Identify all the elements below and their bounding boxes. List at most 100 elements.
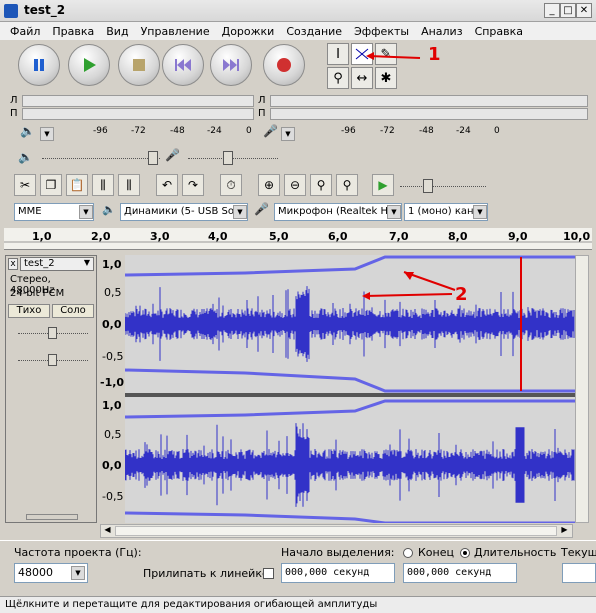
maximize-button[interactable]: □ [560, 3, 576, 18]
zoom-tool-button[interactable]: ⚲ [327, 67, 349, 89]
play-scale-96: -96 [93, 126, 108, 136]
record-button[interactable] [263, 44, 305, 86]
paste-button[interactable]: 📋 [66, 174, 88, 196]
rec-scale-48: -48 [419, 126, 434, 136]
play-speed-slider[interactable] [400, 186, 486, 188]
track-close-button[interactable]: x [8, 258, 18, 270]
scroll-left-icon[interactable]: ◀ [101, 525, 114, 537]
selection-end-field[interactable]: 000,000 секунд [403, 563, 517, 583]
play-button[interactable] [68, 44, 110, 86]
gain-thumb[interactable] [48, 327, 57, 339]
output-device-select[interactable]: Динамики (5- USB Sour [120, 203, 248, 221]
audio-position-field[interactable] [562, 563, 596, 583]
track-menu-arrow-icon: ▼ [83, 258, 90, 267]
track-name-menu[interactable]: test_2 ▼ [20, 257, 94, 271]
menu-edit[interactable]: Правка [46, 25, 100, 38]
double-arrow-icon: ↔ [356, 70, 368, 86]
y-tick-top-05: 0,5 [104, 286, 122, 299]
copy-button[interactable]: ❐ [40, 174, 62, 196]
play-at-speed-button[interactable]: ▶ [372, 174, 394, 196]
fit-selection-button[interactable]: ⚲ [310, 174, 332, 196]
play-speed-thumb[interactable] [423, 179, 433, 193]
cut-button[interactable]: ✂ [14, 174, 36, 196]
play-meter-menu[interactable]: ▼ [40, 127, 54, 141]
rec-meter-left-label: Л [258, 95, 266, 106]
y-tick-bot-1: 1,0 [102, 399, 122, 412]
output-device-icon: 🔈 [102, 203, 116, 216]
undo-button[interactable]: ↶ [156, 174, 178, 196]
ruler-label-10: 10,0 [563, 230, 591, 243]
play-meter-right-label: П [10, 108, 18, 119]
ruler-label-2: 2,0 [91, 230, 111, 243]
zoom-in-button[interactable]: ⊕ [258, 174, 280, 196]
ruler-label-3: 3,0 [150, 230, 170, 243]
input-volume-thumb[interactable] [223, 151, 233, 165]
waveform-canvas[interactable] [125, 255, 575, 523]
window-title: test_2 [24, 3, 66, 17]
scroll-thumb[interactable] [115, 526, 557, 536]
menu-tracks[interactable]: Дорожки [216, 25, 281, 38]
mute-button[interactable]: Тихо [8, 304, 50, 318]
end-radio[interactable] [403, 548, 413, 558]
output-volume-slider[interactable] [42, 158, 160, 160]
ibeam-icon: I [336, 46, 340, 62]
rec-scale-24: -24 [456, 126, 471, 136]
multi-tool-button[interactable]: ✱ [375, 67, 397, 89]
redo-button[interactable]: ↷ [182, 174, 204, 196]
close-button[interactable]: ✕ [576, 3, 592, 18]
input-device-select[interactable]: Микрофон (Realtek Hig [274, 203, 402, 221]
selection-start-label: Начало выделения: [281, 546, 395, 559]
rec-scale-72: -72 [380, 126, 395, 136]
zoom-out-icon: ⊖ [289, 178, 301, 192]
scroll-right-icon[interactable]: ▶ [558, 525, 571, 537]
rec-meter-menu[interactable]: ▼ [281, 127, 295, 141]
menu-transport[interactable]: Управление [135, 25, 216, 38]
play-scale-0: 0 [246, 126, 252, 136]
menu-effects[interactable]: Эффекты [348, 25, 415, 38]
audio-position-label: Текущ [561, 546, 596, 559]
fit-project-button[interactable]: ⚲ [336, 174, 358, 196]
solo-button[interactable]: Соло [52, 304, 94, 318]
skip-start-button[interactable] [162, 44, 204, 86]
pan-thumb[interactable] [48, 354, 57, 366]
pause-icon [34, 59, 44, 71]
menu-help[interactable]: Справка [469, 25, 529, 38]
menu-bar: Файл Правка Вид Управление Дорожки Созда… [0, 22, 596, 40]
pause-button[interactable] [18, 44, 60, 86]
input-device-dropdown-arrow[interactable]: ▼ [387, 205, 401, 219]
skip-end-button[interactable] [210, 44, 252, 86]
menu-generate[interactable]: Создание [280, 25, 348, 38]
end-radio-label: Конец [418, 546, 454, 559]
selection-tool-button[interactable]: I [327, 43, 349, 65]
y-tick-top-m05: -0,5 [102, 350, 124, 363]
zoom-out-button[interactable]: ⊖ [284, 174, 306, 196]
minimize-button[interactable]: _ [544, 3, 560, 18]
sync-lock-button[interactable]: ⏱ [220, 174, 242, 196]
length-radio[interactable] [460, 548, 470, 558]
y-tick-bot-0: 0,0 [102, 459, 122, 472]
silence-button[interactable]: ⫼ [118, 174, 140, 196]
play-scale-24: -24 [207, 126, 222, 136]
annotation-label-1: 1 [428, 44, 441, 65]
scissors-icon: ✂ [19, 178, 31, 192]
project-rate-dropdown-arrow[interactable]: ▼ [71, 566, 85, 580]
output-device-dropdown-arrow[interactable]: ▼ [233, 205, 247, 219]
menu-analyze[interactable]: Анализ [415, 25, 469, 38]
trim-button[interactable]: ⫼ [92, 174, 114, 196]
host-dropdown-arrow[interactable]: ▼ [79, 205, 93, 219]
output-volume-thumb[interactable] [148, 151, 158, 165]
stop-button[interactable] [118, 44, 160, 86]
vertical-scrollbar[interactable] [575, 255, 589, 523]
track-resize-handle[interactable] [26, 514, 78, 520]
snap-checkbox[interactable] [263, 568, 274, 579]
timeshift-tool-button[interactable]: ↔ [351, 67, 373, 89]
horizontal-scrollbar[interactable]: ◀ ▶ [100, 524, 573, 538]
track-name: test_2 [24, 258, 55, 269]
menu-file[interactable]: Файл [4, 25, 46, 38]
menu-view[interactable]: Вид [100, 25, 134, 38]
y-tick-top-m1: -1,0 [100, 376, 125, 389]
channels-dropdown-arrow[interactable]: ▼ [473, 205, 487, 219]
selection-start-field[interactable]: 000,000 секунд [281, 563, 395, 583]
rec-meter-left [270, 95, 588, 107]
input-volume-slider[interactable] [188, 158, 278, 160]
